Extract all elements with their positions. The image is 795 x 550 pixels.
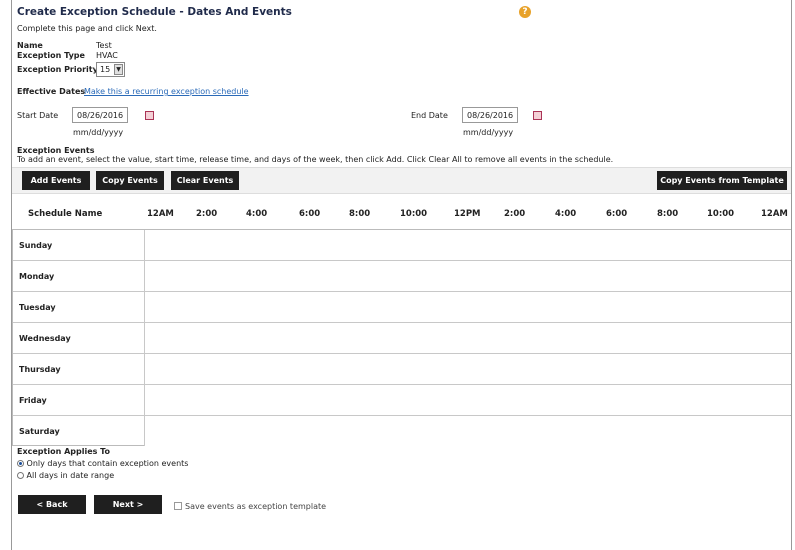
exception-type-label: Exception Type (17, 51, 85, 60)
recurring-schedule-link[interactable]: Make this a recurring exception schedule (84, 87, 249, 96)
exception-events-instructions: To add an event, select the value, start… (17, 155, 614, 164)
add-events-button[interactable]: Add Events (22, 171, 90, 190)
time-label: 6:00 (299, 209, 321, 219)
time-label: 12AM (147, 209, 174, 219)
radio-all-days[interactable] (17, 472, 24, 479)
exception-priority-select[interactable]: 15 ▼ (96, 62, 125, 77)
time-label: 4:00 (246, 209, 268, 219)
radio-only-event-days[interactable] (17, 460, 24, 467)
exception-events-heading: Exception Events (17, 146, 95, 155)
start-date-input[interactable]: 08/26/2016 (72, 107, 128, 123)
day-event-lane[interactable] (144, 323, 791, 353)
save-template-checkbox[interactable] (174, 502, 182, 510)
time-label: 10:00 (400, 209, 428, 219)
time-label: 12PM (454, 209, 481, 219)
copy-from-template-button[interactable]: Copy Events from Template (657, 171, 787, 190)
effective-dates-label: Effective Dates (17, 87, 86, 96)
applies-option-2[interactable]: All days in date range (17, 471, 114, 480)
page-title: Create Exception Schedule - Dates And Ev… (17, 6, 292, 18)
day-row-tuesday: Tuesday (13, 292, 791, 323)
applies-option-1-label: Only days that contain exception events (26, 459, 189, 468)
priority-value: 15 (100, 65, 111, 74)
applies-to-heading: Exception Applies To (17, 447, 111, 456)
start-calendar-icon[interactable] (145, 111, 154, 120)
day-row-friday: Friday (13, 385, 791, 416)
start-date-label: Start Date (17, 111, 59, 120)
name-label: Name (17, 41, 43, 50)
applies-option-1[interactable]: Only days that contain exception events (17, 459, 188, 468)
schedule-name-header: Schedule Name (28, 209, 103, 219)
day-label: Saturday (19, 427, 60, 436)
next-button[interactable]: Next > (94, 495, 162, 514)
exception-priority-label: Exception Priority (17, 65, 98, 74)
time-label: 8:00 (657, 209, 679, 219)
time-label: 8:00 (349, 209, 371, 219)
end-calendar-icon[interactable] (533, 111, 542, 120)
name-value: Test (96, 41, 112, 50)
back-button[interactable]: < Back (18, 495, 86, 514)
day-row-wednesday: Wednesday (13, 323, 791, 354)
day-event-lane[interactable] (144, 385, 791, 415)
exception-type-value: HVAC (96, 51, 118, 60)
day-row-thursday: Thursday (13, 354, 791, 385)
day-event-lane[interactable] (144, 354, 791, 384)
day-row-sunday: Sunday (13, 230, 791, 261)
day-label: Friday (19, 396, 47, 405)
day-label: Wednesday (19, 334, 71, 343)
time-label: 2:00 (504, 209, 526, 219)
day-label: Sunday (19, 241, 53, 250)
copy-events-button[interactable]: Copy Events (96, 171, 164, 190)
end-date-format: mm/dd/yyyy (463, 128, 514, 137)
schedule-grid: Sunday Monday Tuesday Wednesday Thursday Frid… (12, 229, 791, 446)
chevron-down-icon[interactable]: ▼ (114, 64, 123, 75)
start-date-format: mm/dd/yyyy (73, 128, 124, 137)
time-label: 12AM (761, 209, 788, 219)
day-event-lane[interactable] (144, 416, 791, 446)
day-event-lane[interactable] (144, 292, 791, 322)
page-instructions: Complete this page and click Next. (17, 24, 157, 33)
help-icon[interactable]: ? (519, 6, 531, 18)
clear-events-button[interactable]: Clear Events (171, 171, 239, 190)
end-date-input[interactable]: 08/26/2016 (462, 107, 518, 123)
time-label: 6:00 (606, 209, 628, 219)
applies-option-2-label: All days in date range (26, 471, 115, 480)
time-label: 10:00 (707, 209, 735, 219)
time-label: 2:00 (196, 209, 218, 219)
day-row-monday: Monday (13, 261, 791, 292)
end-date-label: End Date (411, 111, 448, 120)
time-label: 4:00 (555, 209, 577, 219)
day-event-lane[interactable] (144, 261, 791, 291)
day-row-saturday: Saturday (13, 416, 791, 447)
day-label: Thursday (19, 365, 61, 374)
day-label: Tuesday (19, 303, 56, 312)
save-template-label: Save events as exception template (185, 502, 327, 511)
day-event-lane[interactable] (144, 230, 791, 260)
day-label: Monday (19, 272, 55, 281)
